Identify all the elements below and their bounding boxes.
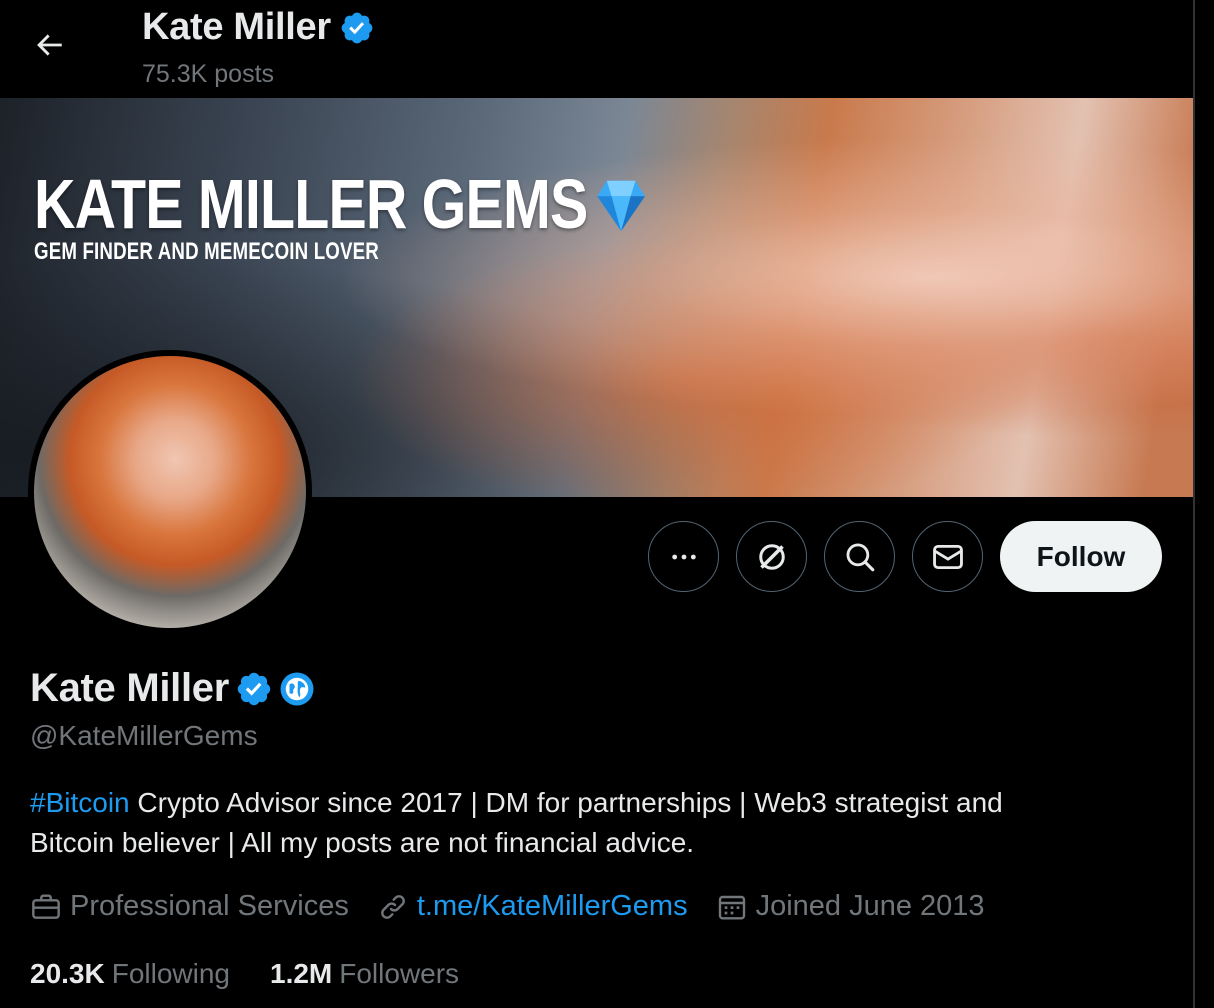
profile-name: Kate Miller	[30, 666, 315, 711]
profile-bio: #Bitcoin Crypto Advisor since 2017 | DM …	[30, 783, 1150, 863]
category-label: Professional Services	[70, 890, 349, 922]
diamond-icon	[597, 180, 645, 232]
verified-badge-icon[interactable]	[235, 670, 273, 708]
banner-subtitle: GEM FINDER AND MEMECOIN LOVER	[34, 238, 379, 265]
posts-count: 75.3K posts	[142, 60, 275, 88]
verified-badge-icon	[341, 12, 373, 43]
search-icon	[846, 543, 874, 571]
following-stat[interactable]: 20.3K Following	[30, 958, 230, 990]
profile-actions: Follow	[648, 521, 1162, 592]
profile-handle: @KateMillerGems	[30, 720, 258, 751]
envelope-icon	[932, 544, 963, 569]
following-label: Following	[111, 958, 230, 989]
calendar-icon	[718, 895, 745, 920]
joined-date: Joined June 2013	[755, 890, 985, 922]
bio-text-line1: Crypto Advisor since 2017 | DM for partn…	[129, 787, 1003, 818]
website-link[interactable]: t.me/KateMillerGems	[417, 890, 688, 923]
avatar[interactable]	[28, 350, 312, 634]
header-title: Kate Miller	[142, 6, 375, 49]
profile-stats: 20.3K Following 1.2M Followers	[30, 958, 499, 990]
briefcase-icon	[32, 893, 60, 919]
follow-button[interactable]: Follow	[1000, 521, 1162, 592]
column-divider	[1193, 0, 1195, 1008]
website-item[interactable]: t.me/KateMillerGems	[377, 890, 688, 923]
top-header: Kate Miller 75.3K posts	[0, 0, 1193, 98]
category-item: Professional Services	[30, 890, 349, 923]
banner-title: KATE MILLER GEMS	[34, 164, 646, 244]
message-button[interactable]	[912, 521, 983, 592]
grok-button[interactable]	[736, 521, 807, 592]
header-name: Kate Miller	[142, 6, 331, 48]
following-count: 20.3K	[30, 958, 105, 989]
grok-icon	[758, 543, 785, 570]
bio-hashtag-link[interactable]: #Bitcoin	[30, 787, 130, 818]
more-icon	[671, 554, 696, 559]
joined-item: Joined June 2013	[716, 890, 985, 923]
profile-meta: Professional Services t.me/KateMillerGem…	[30, 890, 1013, 923]
followers-count: 1.2M	[270, 958, 333, 989]
search-button[interactable]	[824, 521, 895, 592]
back-button[interactable]	[18, 16, 80, 74]
avatar-image	[34, 356, 306, 628]
globe-icon[interactable]	[279, 671, 315, 707]
link-icon	[380, 894, 405, 919]
followers-label: Followers	[339, 958, 460, 989]
banner-title-text: KATE MILLER GEMS	[34, 165, 588, 243]
followers-stat[interactable]: 1.2M Followers	[270, 958, 459, 990]
profile-name-text: Kate Miller	[30, 666, 229, 710]
more-button[interactable]	[648, 521, 719, 592]
bio-text-line2: Bitcoin believer | All my posts are not …	[30, 827, 695, 858]
arrow-left-icon	[37, 34, 62, 56]
